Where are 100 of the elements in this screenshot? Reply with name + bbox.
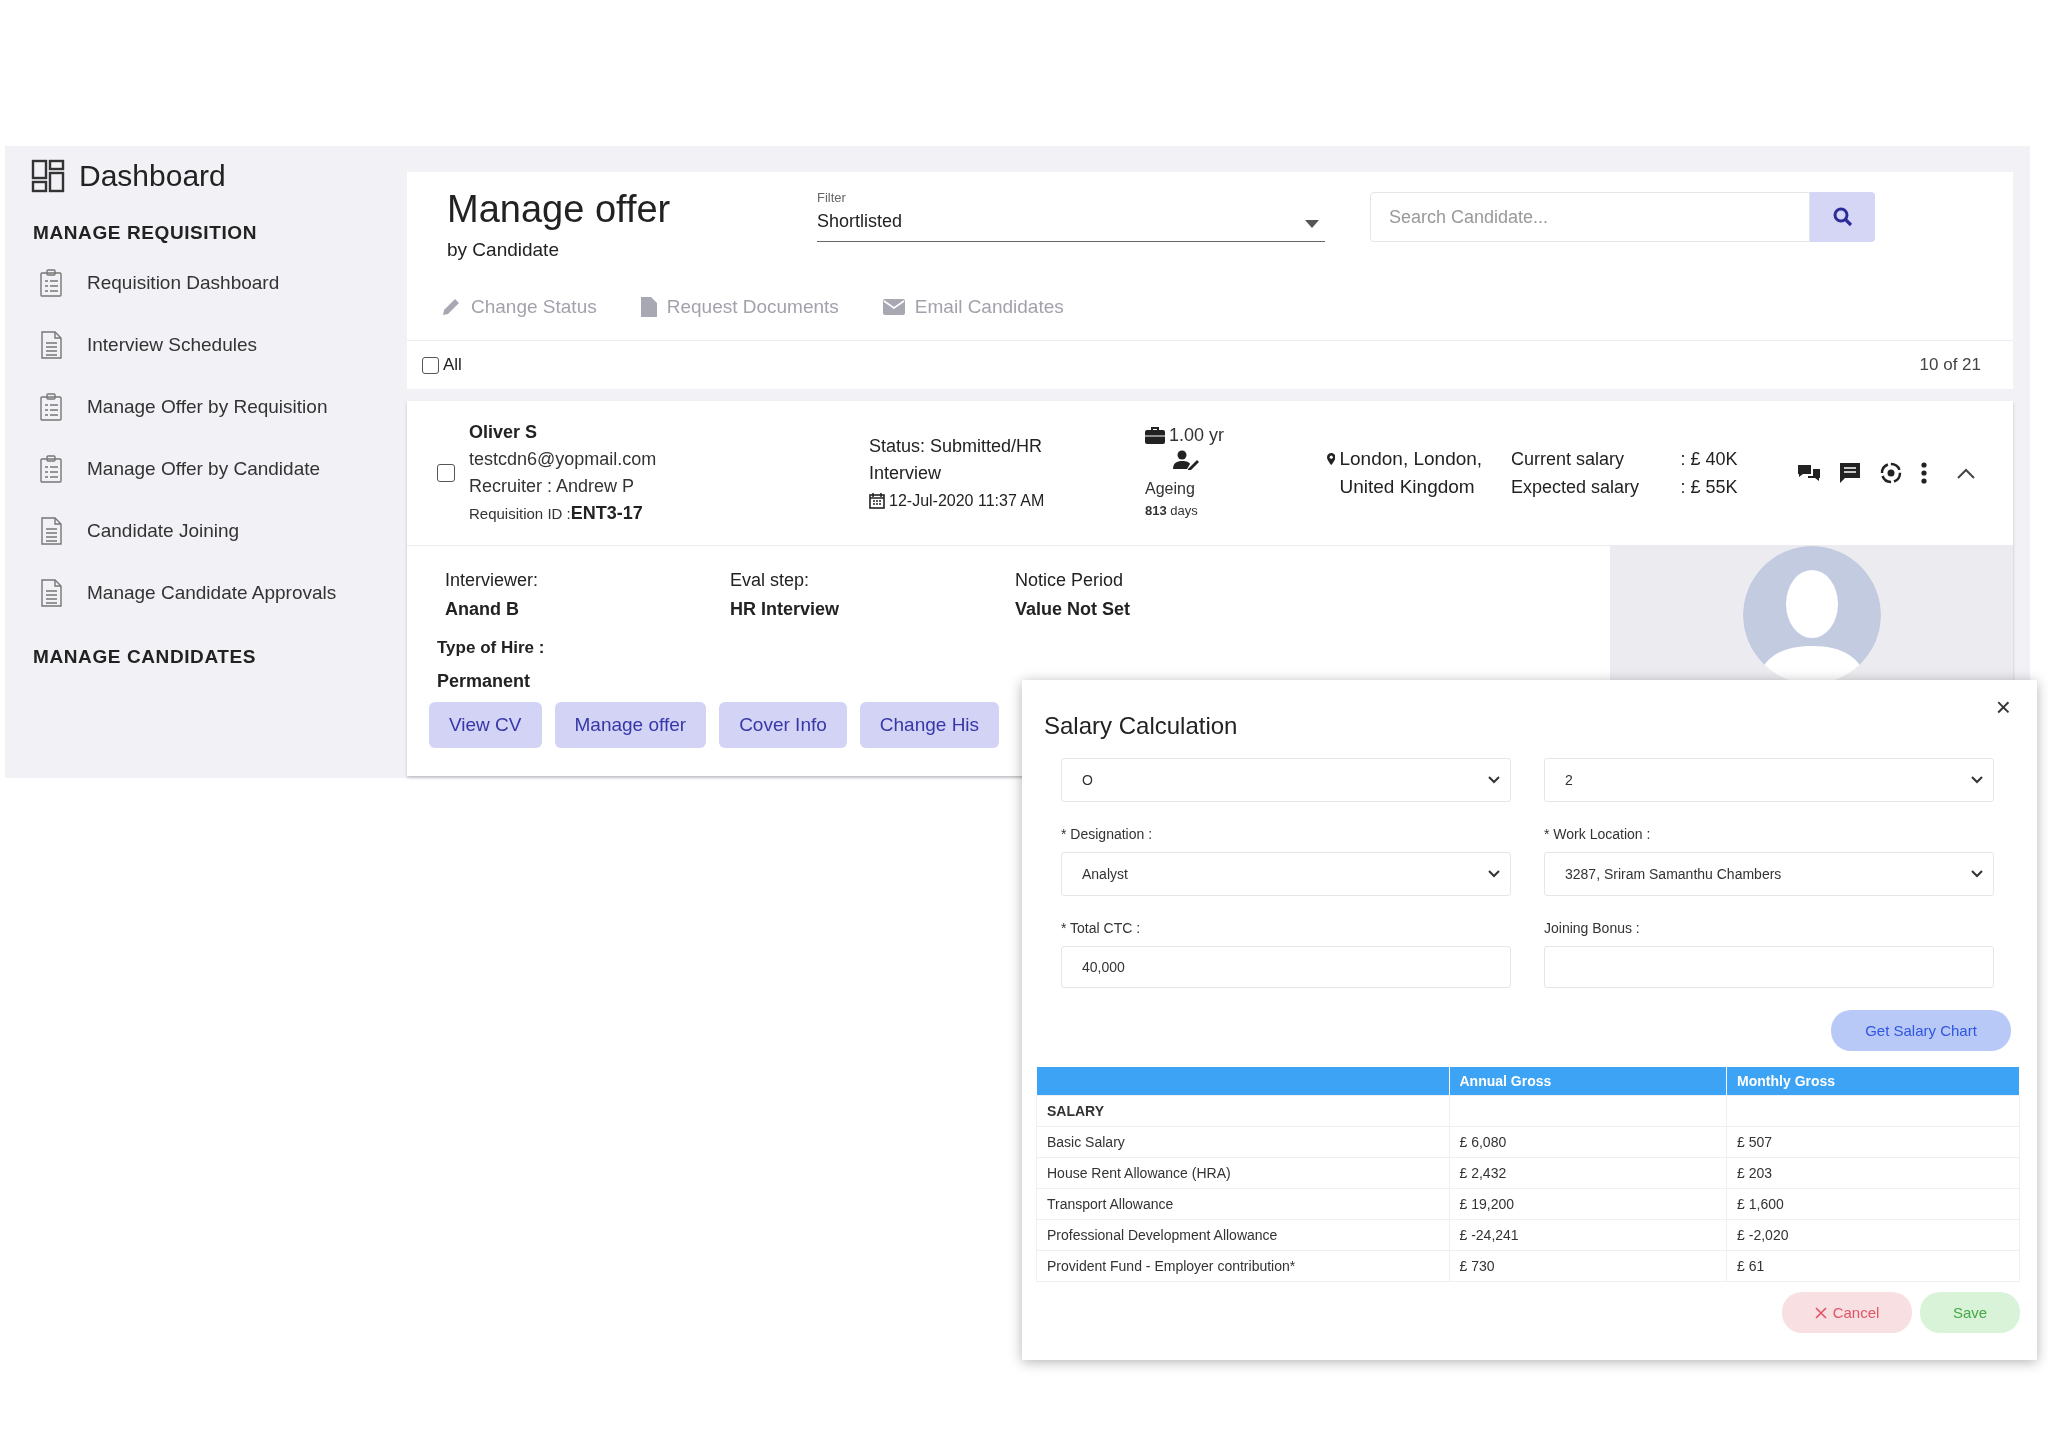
select-field[interactable]: O bbox=[1061, 758, 1511, 802]
clipboard-icon bbox=[39, 393, 63, 421]
result-count: 10 of 21 bbox=[1919, 355, 1981, 375]
section-heading: MANAGE CANDIDATES bbox=[33, 646, 258, 668]
document-icon bbox=[39, 331, 63, 359]
message-icon[interactable] bbox=[1839, 462, 1861, 484]
chevron-icon bbox=[1971, 870, 1983, 878]
more-icon[interactable] bbox=[1921, 462, 1927, 484]
candidate-name: Oliver S bbox=[469, 421, 539, 444]
field-label: * Designation : bbox=[1061, 826, 1154, 842]
search-icon bbox=[1832, 207, 1853, 227]
document-icon bbox=[39, 517, 63, 545]
hire-type-label: Type of Hire : bbox=[437, 638, 546, 658]
person-edit-icon bbox=[1173, 450, 1199, 470]
table-cell: £ 507 bbox=[1737, 1134, 1773, 1150]
header-cell: Monthly Gross bbox=[1726, 1067, 2020, 1096]
section-heading: MANAGE REQUISITION bbox=[33, 222, 259, 244]
detail-label: Eval step: bbox=[730, 570, 810, 590]
page-subtitle: by Candidate bbox=[447, 239, 560, 261]
sidebar-item[interactable]: Requisition Dashboard bbox=[87, 269, 337, 297]
close-icon bbox=[1814, 1306, 1827, 1319]
chat-icon[interactable] bbox=[1797, 463, 1821, 483]
select-field[interactable]: 3287, Sriram Samanthu Chambers bbox=[1544, 852, 1994, 896]
field-label: * Work Location : bbox=[1544, 826, 1652, 842]
chevron-icon bbox=[1488, 776, 1500, 784]
detail-label: Notice Period bbox=[1015, 570, 1124, 590]
input-field[interactable]: 40,000 bbox=[1061, 946, 1511, 988]
status-text: Status: Submitted/HR Interview bbox=[869, 434, 1044, 485]
document-icon bbox=[39, 579, 63, 607]
sidebar-item[interactable]: Manage Candidate Approvals bbox=[87, 579, 337, 607]
ageing-label: Ageing bbox=[1145, 479, 1196, 499]
detail-value: Value Not Set bbox=[1015, 598, 1132, 621]
table-cell: Transport Allowance bbox=[1047, 1196, 1174, 1212]
salary-label: Current salary bbox=[1511, 448, 1626, 471]
recruiter-text: Recruiter : Andrew P bbox=[469, 476, 635, 496]
table-cell: House Rent Allowance (HRA) bbox=[1047, 1165, 1231, 1181]
table-cell: Basic Salary bbox=[1047, 1134, 1125, 1150]
salary-value: : £ 40K bbox=[1680, 448, 1739, 471]
date-text: 12-Jul-2020 11:37 AM bbox=[889, 490, 1045, 511]
sidebar-item[interactable]: Candidate Joining bbox=[87, 517, 337, 545]
input-field[interactable] bbox=[1544, 946, 1994, 988]
salary-label: Expected salary bbox=[1511, 476, 1641, 499]
settings-icon[interactable] bbox=[1879, 461, 1903, 485]
table-cell: SALARY bbox=[1047, 1103, 1105, 1119]
close-button[interactable]: × bbox=[1991, 688, 2015, 727]
table-cell: £ -24,241 bbox=[1459, 1227, 1519, 1243]
candidate-email: testcdn6@yopmail.com bbox=[469, 449, 657, 469]
salary-value: : £ 55K bbox=[1680, 476, 1739, 499]
salary-chart-button[interactable]: Get Salary Chart bbox=[1831, 1010, 2011, 1051]
action-button[interactable]: Change His bbox=[859, 702, 1000, 748]
search-field[interactable]: Search Candidate... bbox=[1370, 192, 1810, 242]
chevron-icon bbox=[1488, 870, 1500, 878]
select-field[interactable]: 2 bbox=[1544, 758, 1994, 802]
table-cell: £ 61 bbox=[1737, 1258, 1765, 1274]
requisition-id: Requisition ID :ENT3-17 bbox=[469, 505, 643, 522]
select-field[interactable]: Analyst bbox=[1061, 852, 1511, 896]
detail-value: HR Interview bbox=[730, 598, 841, 621]
table-cell: £ 19,200 bbox=[1459, 1196, 1514, 1212]
experience-text: 1.00 yr bbox=[1169, 424, 1225, 446]
table-cell: £ 730 bbox=[1459, 1258, 1495, 1274]
briefcase-icon bbox=[1145, 426, 1165, 444]
table-cell: £ 1,600 bbox=[1737, 1196, 1784, 1212]
calendar-icon bbox=[869, 491, 885, 509]
header-cell: Annual Gross bbox=[1449, 1067, 1727, 1096]
page-title: Manage offer bbox=[447, 188, 672, 231]
detail-value: Anand B bbox=[445, 598, 520, 621]
dialog-title: Salary Calculation bbox=[1044, 712, 1238, 740]
table-cell: Provident Fund - Employer contribution* bbox=[1047, 1258, 1296, 1274]
sidebar-title: Dashboard bbox=[79, 159, 226, 193]
caret-icon bbox=[1305, 220, 1319, 228]
table-cell: £ 6,080 bbox=[1459, 1134, 1507, 1150]
field-label: * Total CTC : bbox=[1061, 920, 1142, 936]
table-cell: £ 203 bbox=[1737, 1165, 1773, 1181]
checkbox[interactable] bbox=[437, 464, 455, 482]
clipboard-icon bbox=[39, 455, 63, 483]
action-button[interactable]: View CV bbox=[429, 702, 542, 748]
checkbox-label: All bbox=[443, 355, 462, 375]
table-cell: £ 2,432 bbox=[1459, 1165, 1507, 1181]
table-cell: £ -2,020 bbox=[1737, 1227, 1789, 1243]
sidebar-item[interactable]: Manage Offer by Requisition bbox=[87, 393, 337, 421]
ageing-days: 813 days bbox=[1145, 500, 1327, 522]
action-button[interactable]: Manage offer bbox=[554, 702, 707, 748]
clipboard-icon bbox=[39, 269, 63, 297]
detail-label: Interviewer: bbox=[445, 570, 539, 590]
field-label: Filter bbox=[817, 190, 847, 205]
file-icon bbox=[640, 297, 657, 317]
pencil-icon bbox=[441, 297, 461, 317]
sidebar-item[interactable]: Interview Schedules bbox=[87, 331, 337, 359]
filter-dropdown[interactable]: Filter Shortlisted bbox=[817, 190, 1325, 242]
checkbox[interactable] bbox=[422, 356, 439, 374]
caret-icon[interactable] bbox=[1957, 467, 1975, 479]
chevron-icon bbox=[1971, 776, 1983, 784]
hire-type-value: Permanent bbox=[437, 671, 532, 692]
mail-icon bbox=[882, 299, 905, 315]
action-button[interactable]: Cover Info bbox=[719, 702, 847, 748]
location-text: London, London, United Kingdom bbox=[1339, 447, 1484, 499]
search-button[interactable] bbox=[1810, 192, 1875, 242]
field-label: Joining Bonus : bbox=[1544, 920, 1641, 936]
sidebar-item[interactable]: Manage Offer by Candidate bbox=[87, 455, 337, 483]
dashboard-icon bbox=[31, 159, 65, 193]
